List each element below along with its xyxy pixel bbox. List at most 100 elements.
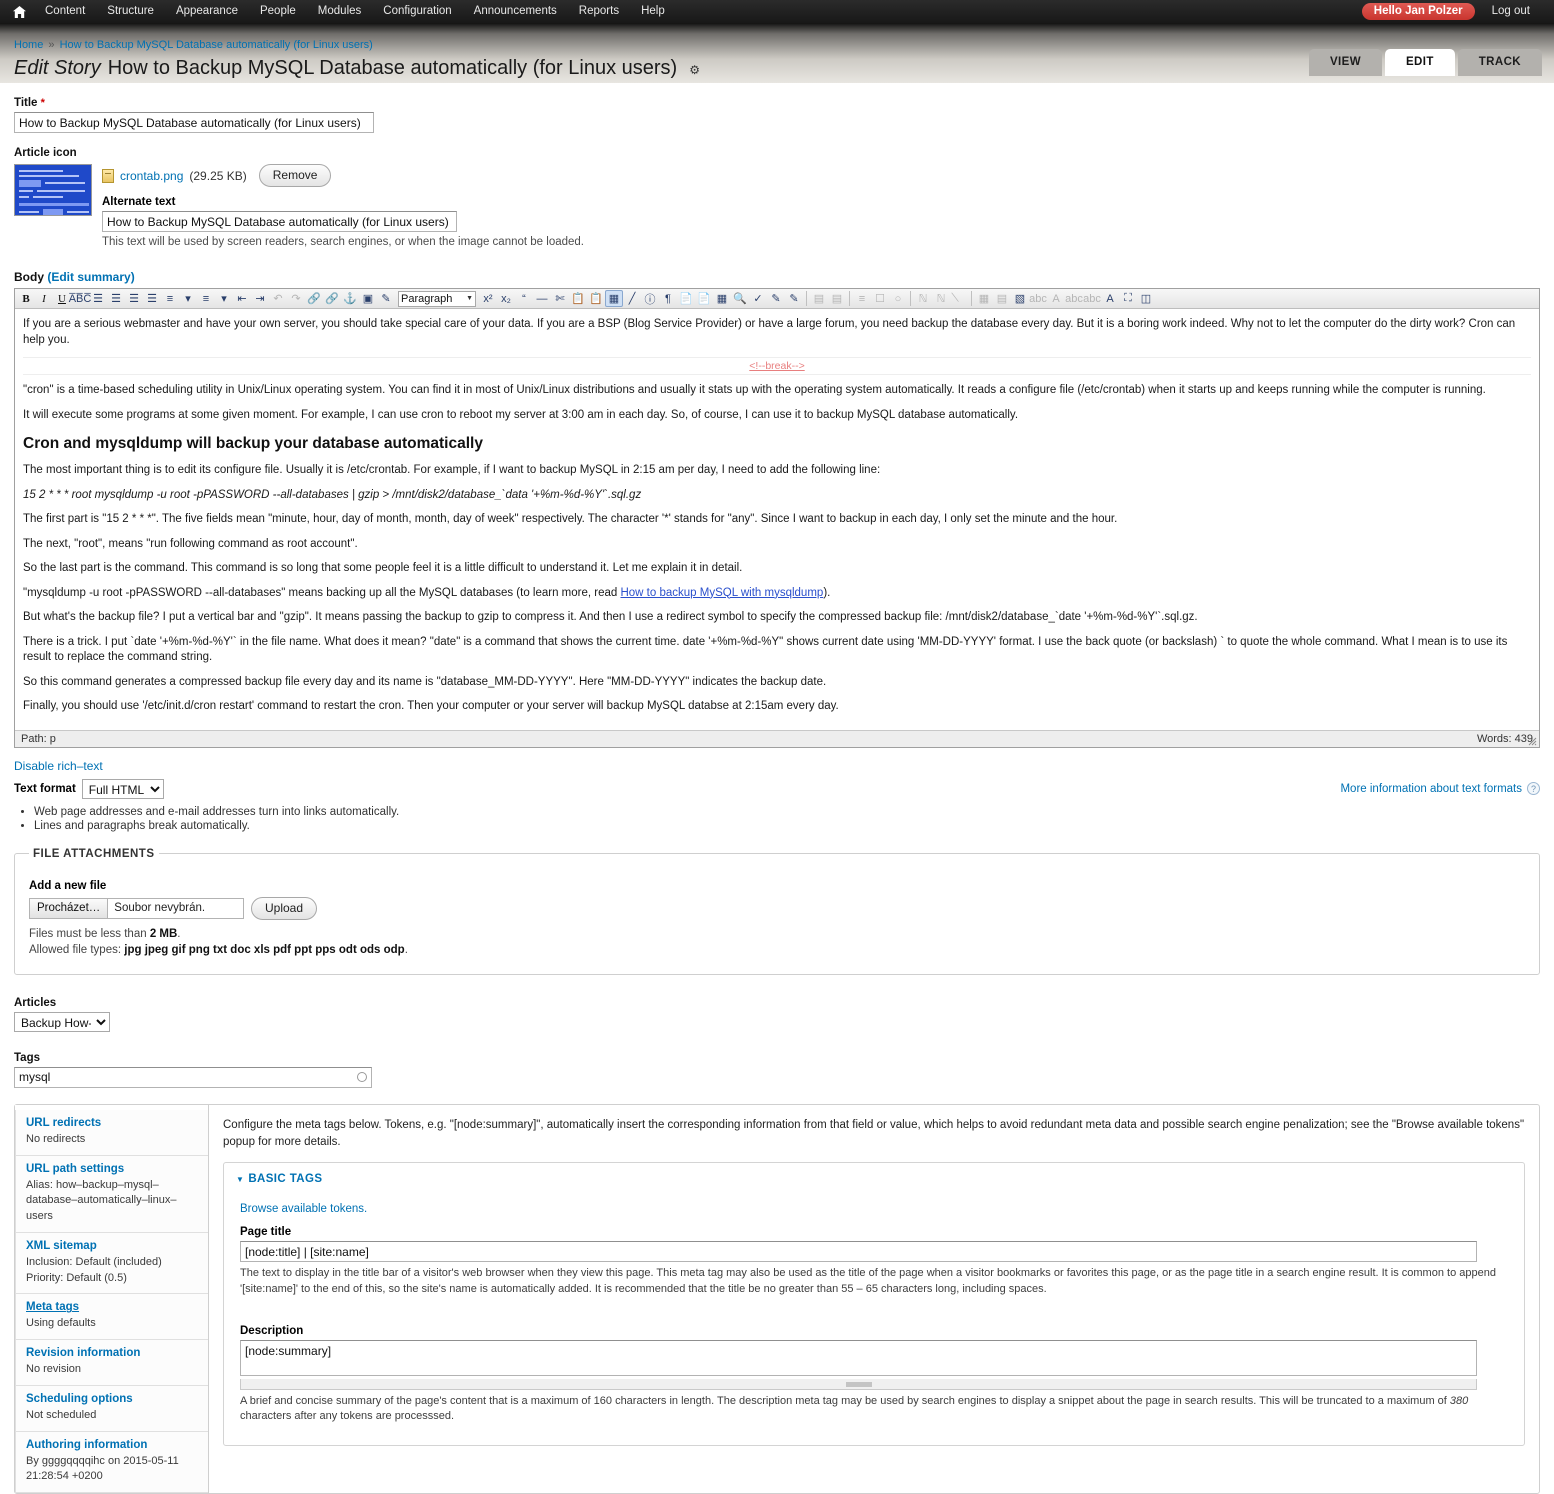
align-right-icon[interactable]: ☰ (125, 290, 143, 307)
align-justify-icon[interactable]: ☰ (143, 290, 161, 307)
numbered-list-icon[interactable]: ≡ (197, 290, 215, 307)
numbered-list-dropdown-icon[interactable]: ▾ (215, 290, 233, 307)
font-name-icon[interactable]: A (1047, 290, 1065, 307)
vtab-url-redirects[interactable]: URL redirects No redirects (15, 1109, 208, 1156)
file-upload-input[interactable]: Procházet… Soubor nevybrán. (29, 897, 244, 919)
browse-button[interactable]: Procházet… (30, 898, 109, 918)
tags-input[interactable] (14, 1066, 372, 1088)
title-input[interactable] (14, 112, 374, 133)
bgcolor-icon[interactable]: ▧ (1011, 290, 1029, 307)
browse-tokens-link[interactable]: Browse available tokens. (240, 1203, 1512, 1215)
paste-text-icon[interactable]: 📄 (677, 290, 695, 307)
menu-item-announcements[interactable]: Announcements (463, 0, 568, 23)
vtab-scheduling-options[interactable]: Scheduling options Not scheduled (15, 1385, 208, 1432)
create-div-icon[interactable]: ≡ (853, 290, 871, 307)
textarea-resize-grip[interactable] (240, 1379, 1477, 1391)
disable-rich-text-link[interactable]: Disable rich–text (14, 759, 1540, 773)
button-icon[interactable]: ℕ (914, 290, 932, 307)
remove-icon-button[interactable]: Remove (258, 164, 332, 187)
vtab-xml-sitemap[interactable]: XML sitemap Inclusion: Default (included… (15, 1232, 208, 1295)
indent-icon[interactable]: ⇥ (251, 290, 269, 307)
image-icon[interactable]: ▣ (359, 290, 377, 307)
menu-item-modules[interactable]: Modules (307, 0, 372, 23)
anchor-icon[interactable]: ⚓ (341, 290, 359, 307)
remove-format-icon[interactable]: ╱ (623, 290, 641, 307)
subscript-icon[interactable]: x₂ (497, 290, 515, 307)
menu-item-reports[interactable]: Reports (568, 0, 630, 23)
page-break-icon[interactable]: ◫ (1137, 290, 1155, 307)
textfield-icon[interactable]: ▤ (828, 290, 846, 307)
redo-icon[interactable]: ↷ (287, 290, 305, 307)
vtab-url-path-settings[interactable]: URL path settings Alias: how–backup–mysq… (15, 1155, 208, 1233)
menu-item-help[interactable]: Help (630, 0, 676, 23)
description-textarea[interactable]: [node:summary] (240, 1340, 1477, 1377)
superscript-icon[interactable]: x² (479, 290, 497, 307)
replace-icon[interactable]: ✎ (767, 290, 785, 307)
mysqldump-howto-link[interactable]: How to backup MySQL with mysqldump (620, 587, 823, 599)
strikethrough-icon[interactable]: A̅B̅C̅ (69, 290, 92, 307)
horizontal-rule-icon[interactable]: — (533, 290, 551, 307)
home-icon[interactable] (10, 4, 28, 20)
font-size-icon[interactable]: abc (1029, 290, 1047, 307)
menu-item-content[interactable]: Content (34, 0, 96, 23)
editor-content[interactable]: If you are a serious webmaster and have … (15, 309, 1539, 730)
paste-icon[interactable]: 📋 (587, 290, 605, 307)
more-info-text-formats-link[interactable]: More information about text formats ? (1340, 782, 1540, 796)
about-icon[interactable]: ⓘ (641, 290, 659, 307)
resize-grip[interactable] (1528, 737, 1537, 746)
form-icon[interactable]: ▤ (810, 290, 828, 307)
italic-icon[interactable]: I (35, 290, 53, 307)
menu-item-people[interactable]: People (249, 0, 307, 23)
source-icon[interactable]: ✎ (785, 290, 803, 307)
show-blocks-icon[interactable]: ▦ (975, 290, 993, 307)
unlink-icon[interactable]: 🔗 (323, 290, 341, 307)
breadcrumb-home[interactable]: Home (14, 39, 43, 51)
attached-icon-filename[interactable]: crontab.png (120, 169, 183, 183)
paragraph-format-select[interactable]: Paragraph ▼ (398, 290, 476, 307)
spellcheck-icon[interactable]: ✓ (749, 290, 767, 307)
bulleted-list-dropdown-icon[interactable]: ▾ (179, 290, 197, 307)
vtab-meta-tags[interactable]: Meta tags Using defaults (15, 1294, 208, 1341)
bulleted-list-icon[interactable]: ≡ (161, 290, 179, 307)
find-icon[interactable]: 🔍 (731, 290, 749, 307)
upload-button[interactable]: Upload (251, 896, 318, 920)
vtab-revision-information[interactable]: Revision information No revision (15, 1340, 208, 1386)
edit-summary-link[interactable]: (Edit summary) (47, 270, 134, 284)
text-format-select[interactable]: Full HTML (81, 778, 164, 799)
tab-track[interactable]: TRACK (1457, 49, 1542, 76)
alternate-text-input[interactable] (102, 211, 457, 232)
paste-word-icon[interactable]: 📄 (695, 290, 713, 307)
select-all-icon[interactable]: ▦ (713, 290, 731, 307)
maximize-icon[interactable]: ⛶ (1119, 290, 1137, 307)
user-greeting-badge[interactable]: Hello Jan Polzer (1361, 3, 1475, 20)
checkbox-icon[interactable]: ☐ (871, 290, 889, 307)
gear-icon[interactable]: ⚙ (689, 63, 700, 77)
tab-view[interactable]: VIEW (1308, 49, 1382, 76)
table-icon[interactable]: ▦ (605, 290, 623, 307)
align-center-icon[interactable]: ☰ (107, 290, 125, 307)
text-direction-icon[interactable]: ¶ (659, 290, 677, 307)
format-icon[interactable]: abc (1083, 290, 1101, 307)
image-button-icon[interactable]: ℕ (932, 290, 950, 307)
menu-item-structure[interactable]: Structure (96, 0, 165, 23)
blockquote-icon[interactable]: “ (515, 290, 533, 307)
basic-tags-legend[interactable]: ▼ BASIC TAGS (236, 1173, 1512, 1185)
align-left-icon[interactable]: ☰ (89, 290, 107, 307)
copy-icon[interactable]: 📋 (569, 290, 587, 307)
bold-icon[interactable]: B (17, 290, 35, 307)
styles-icon[interactable]: abc (1065, 290, 1083, 307)
logout-link[interactable]: Log out (1481, 0, 1544, 23)
outdent-icon[interactable]: ⇤ (233, 290, 251, 307)
page-title-input[interactable] (240, 1241, 1477, 1263)
vtab-authoring-information[interactable]: Authoring information By ggggqqqqihc on … (15, 1431, 208, 1494)
articles-select[interactable]: Backup How-tos (14, 1011, 110, 1032)
tab-edit[interactable]: EDIT (1384, 49, 1455, 76)
link-icon[interactable]: 🔗 (305, 290, 323, 307)
templates-icon[interactable]: ▤ (993, 290, 1011, 307)
breadcrumb-current[interactable]: How to Backup MySQL Database automatical… (60, 39, 373, 51)
cut-icon[interactable]: ✄ (551, 290, 569, 307)
undo-icon[interactable]: ↶ (269, 290, 287, 307)
text-color-icon[interactable]: A (1101, 290, 1119, 307)
radio-icon[interactable]: ○ (889, 290, 907, 307)
menu-item-appearance[interactable]: Appearance (165, 0, 249, 23)
